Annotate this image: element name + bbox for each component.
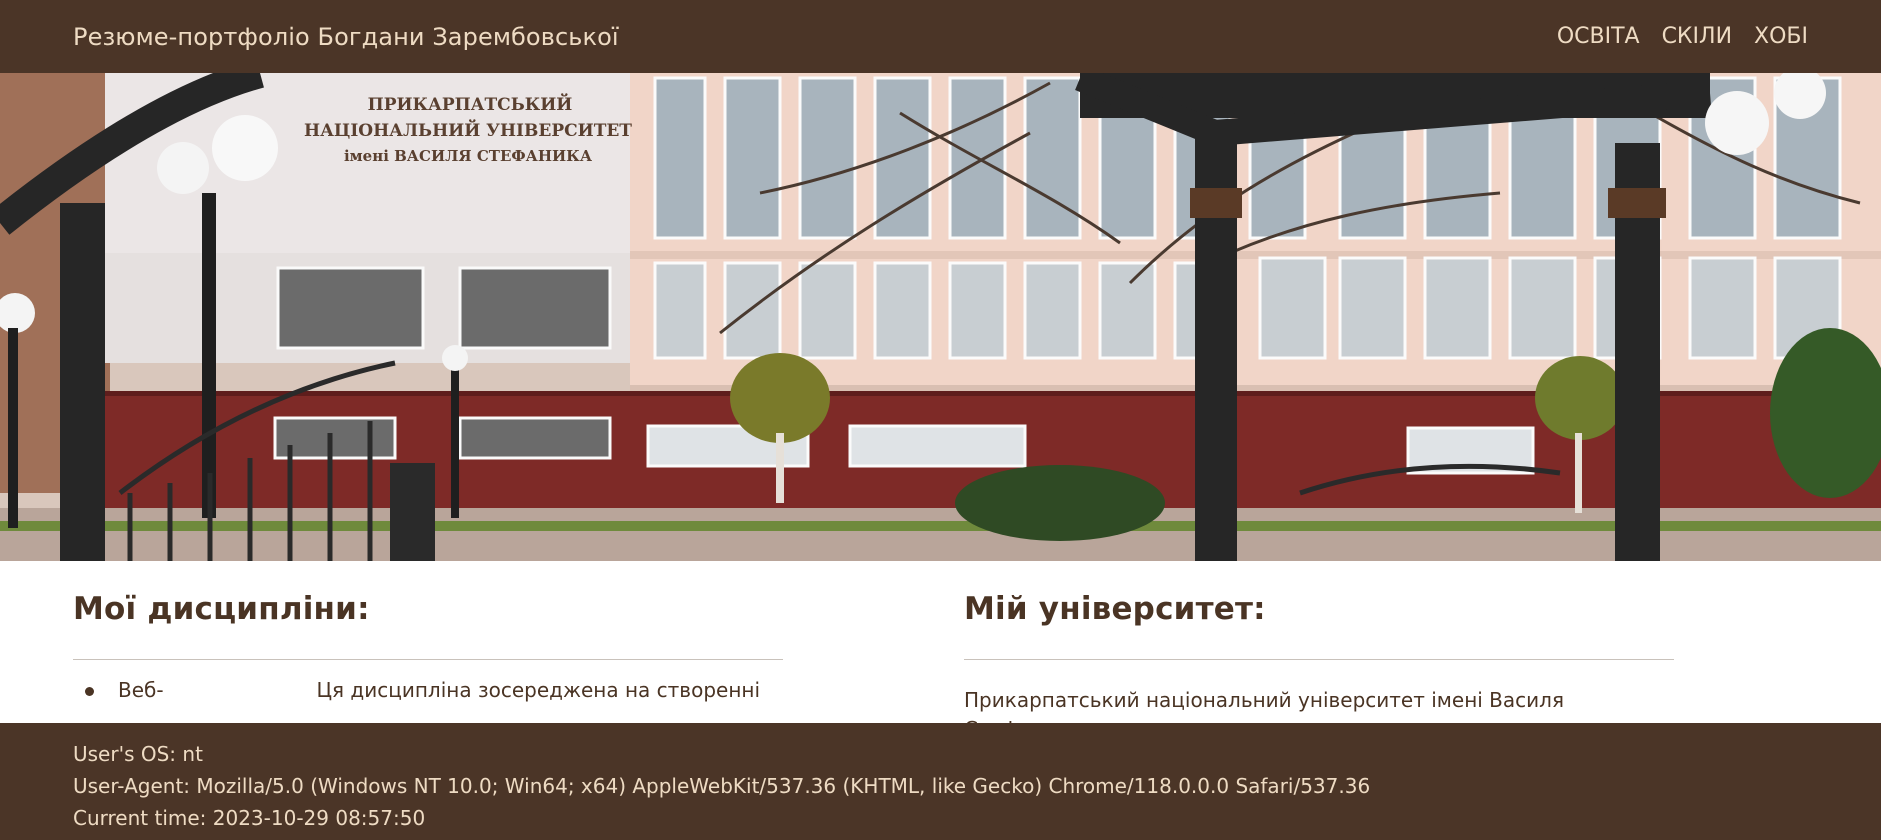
nav-link-skills[interactable]: СКІЛИ (1662, 24, 1732, 49)
site-brand-link[interactable]: Резюме-портфоліо Богдани Зарембовської (73, 23, 619, 51)
disciplines-section: Мої дисципліни: Веб- Ця дисципліна зосер… (73, 591, 783, 705)
top-navbar: Резюме-портфоліо Богдани Зарембовської О… (0, 0, 1881, 73)
footer-user-agent: User-Agent: Mozilla/5.0 (Windows NT 10.0… (73, 774, 1371, 798)
university-divider (964, 659, 1674, 660)
disciplines-divider (73, 659, 783, 660)
list-item: Веб- Ця дисципліна зосереджена на створе… (73, 676, 783, 705)
main-content: Мої дисципліни: Веб- Ця дисципліна зосер… (0, 561, 1881, 723)
sign-line-3: імені ВАСИЛЯ СТЕФАНИКА (344, 147, 593, 165)
nav-link-education[interactable]: ОСВІТА (1557, 24, 1640, 49)
sign-line-1: ПРИКАРПАТСЬКИЙ (368, 93, 573, 115)
sign-line-2: НАЦІОНАЛЬНИЙ УНІВЕРСИТЕТ (304, 119, 632, 141)
info-footer: User's OS: nt User-Agent: Mozilla/5.0 (W… (0, 723, 1881, 840)
discipline-description: Ця дисципліна зосереджена на створенні (316, 678, 761, 702)
university-title: Мій університет: (964, 591, 1266, 627)
university-description: Прикарпатський національний університет … (964, 688, 1564, 723)
university-building-illustration: ПРИКАРПАТСЬКИЙ НАЦІОНАЛЬНИЙ УНІВЕРСИТЕТ … (0, 73, 1881, 561)
university-section: Мій університет: Прикарпатський націонал… (964, 591, 1674, 723)
nav-links: ОСВІТА СКІЛИ ХОБІ (1557, 24, 1808, 49)
footer-os: User's OS: nt (73, 742, 203, 766)
disciplines-title: Мої дисципліни: (73, 591, 370, 627)
nav-link-hobby[interactable]: ХОБІ (1754, 24, 1808, 49)
disciplines-list: Веб- Ця дисципліна зосереджена на створе… (73, 676, 783, 705)
hero-university-photo: ПРИКАРПАТСЬКИЙ НАЦІОНАЛЬНИЙ УНІВЕРСИТЕТ … (0, 73, 1881, 561)
bullet-icon (85, 687, 94, 696)
footer-current-time: Current time: 2023-10-29 08:57:50 (73, 806, 426, 830)
discipline-name: Веб- (118, 678, 164, 702)
